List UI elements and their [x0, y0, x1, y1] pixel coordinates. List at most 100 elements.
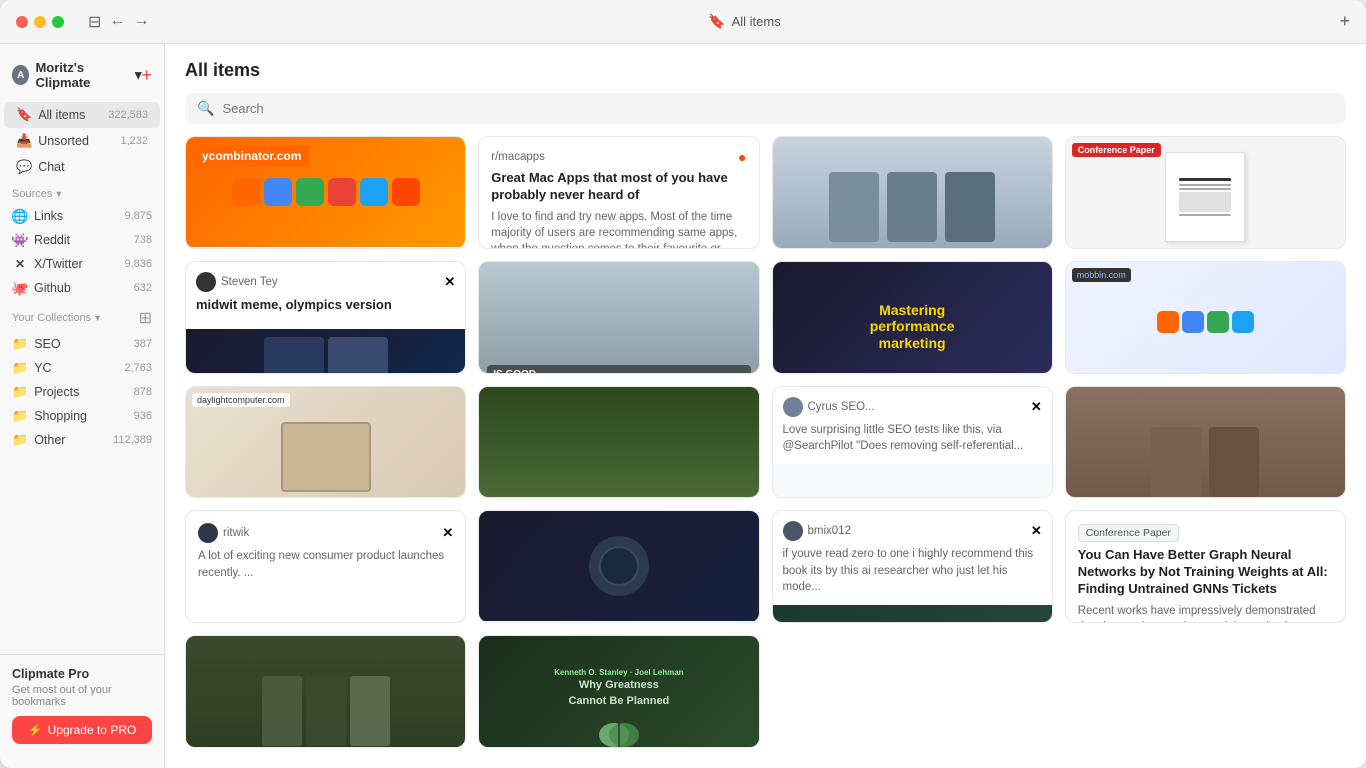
close-button[interactable]: [16, 16, 28, 28]
card-source: bmix012 ✕: [783, 521, 1042, 541]
card-text: if youve read zero to one i highly recom…: [783, 546, 1042, 594]
card-image: ycombinator.com: [186, 137, 465, 247]
projects-count: 878: [134, 386, 152, 398]
card-rowan[interactable]: IS GOOD Rowan Cheung ✕ Exclusive: Meta j…: [478, 261, 759, 374]
overlay-text: IS GOOD: [487, 365, 750, 374]
sidebar-item-github[interactable]: 🐙 Github 632: [0, 276, 164, 300]
sidebar-item-other[interactable]: 📁 Other 112,389: [0, 428, 164, 452]
other-label: Other: [34, 433, 65, 447]
author-avatar-small: [783, 397, 803, 417]
card-image: mobbin.com: [1066, 262, 1345, 374]
titlebar-add-button[interactable]: +: [1339, 11, 1350, 32]
sidebar-item-seo[interactable]: 📁 SEO 387: [0, 332, 164, 356]
sidebar-footer: Clipmate Pro Get most out of your bookma…: [0, 654, 164, 756]
sidebar-header: A Moritz's Clipmate ▾ +: [0, 56, 164, 102]
sidebar-item-unsorted[interactable]: 📥 Unsorted 1,232: [4, 128, 160, 154]
card-source: Cyrus SEO... ✕: [783, 397, 1042, 417]
card-cyrus[interactable]: Cyrus SEO... ✕ Love surprising little SE…: [772, 386, 1053, 499]
projects-label: Projects: [34, 385, 79, 399]
twitter-x-icon: ✕: [1031, 399, 1042, 415]
sidebar-item-links[interactable]: 🌐 Links 9,875: [0, 204, 164, 228]
card-mobbin[interactable]: mobbin.com mobbin.com Never run out of d: [1065, 261, 1346, 374]
card-olympics[interactable]: r/olympics ● U.S. Men's Gymnastics Team …: [478, 510, 759, 623]
minimize-button[interactable]: [34, 16, 46, 28]
card-ar-paper[interactable]: Conference Paper: [1065, 136, 1346, 249]
back-icon[interactable]: ←: [109, 12, 125, 32]
sidebar-item-shopping[interactable]: 📁 Shopping 936: [0, 404, 164, 428]
bookmark-icon: 🔖: [708, 13, 725, 30]
card-text: I love to find and try new apps. Most of…: [491, 209, 746, 249]
avatar: A: [12, 65, 29, 85]
titlebar-title: All items: [732, 14, 781, 29]
sidebar-item-yc[interactable]: 📁 YC 2,763: [0, 356, 164, 380]
maximize-button[interactable]: [52, 16, 64, 28]
search-box[interactable]: 🔍: [185, 93, 1346, 124]
lightning-icon: ⚡: [28, 723, 43, 737]
app-icons: [224, 170, 428, 214]
sources-chevron-icon: ▾: [56, 189, 61, 200]
card-micah[interactable]: Micah Springut... ✕ Throwback to the Lin…: [185, 635, 466, 748]
card-image: [479, 511, 758, 621]
conference-badge: Conference Paper: [1078, 524, 1179, 542]
shopping-label: Shopping: [34, 409, 87, 423]
sidebar-item-chat[interactable]: 💬 Chat: [4, 154, 160, 180]
sidebar-item-reddit[interactable]: 👾 Reddit 738: [0, 228, 164, 252]
twitter-icon: ✕: [12, 256, 28, 272]
upgrade-button[interactable]: ⚡ Upgrade to PRO: [12, 716, 152, 744]
page-title: All items: [185, 60, 1346, 81]
politicians-images: [829, 172, 995, 242]
image-collage: [256, 329, 396, 374]
card-bmix[interactable]: bmix012 ✕ if youve read zero to one i hi…: [772, 510, 1053, 623]
pro-description: Get most out of your bookmarks: [12, 684, 152, 708]
app-grid: [1157, 311, 1254, 333]
traffic-lights: [16, 16, 64, 28]
source-name: ritwik: [223, 527, 249, 539]
card-springer[interactable]: Kenneth O. Stanley · Joel LehmanWhy Grea…: [478, 635, 759, 748]
search-icon: 🔍: [197, 100, 214, 117]
card-body: Conference Paper You Can Have Better Gra…: [1066, 511, 1345, 623]
all-items-count: 322,583: [108, 109, 148, 121]
sidebar-add-button[interactable]: +: [141, 65, 152, 86]
collections-chevron-icon: ▾: [95, 313, 100, 324]
card-steven-tey[interactable]: Steven Tey ✕ midwit meme, olympics versi…: [185, 261, 466, 374]
sidebar-item-projects[interactable]: 📁 Projects 878: [0, 380, 164, 404]
card-ycombinator[interactable]: ycombinator.com ycombinator.com: [185, 136, 466, 249]
search-input[interactable]: [222, 101, 1334, 116]
card-image: [186, 636, 465, 748]
sidebar: A Moritz's Clipmate ▾ + 🔖 All items 322,…: [0, 44, 165, 768]
card-levelsio[interactable]: @levelsio ✕ Finally met my hero @patrick…: [1065, 386, 1346, 499]
all-items-label: All items: [38, 108, 85, 122]
card-gnn[interactable]: Conference Paper You Can Have Better Gra…: [1065, 510, 1346, 623]
reddit-count: 738: [134, 234, 152, 246]
author-avatar-small: [196, 272, 216, 292]
twitter-x-icon: ✕: [1031, 523, 1042, 539]
card-macapps[interactable]: r/macapps ● Great Mac Apps that most of …: [478, 136, 759, 249]
other-count: 112,389: [113, 434, 152, 446]
olympics-photo: [262, 676, 390, 746]
sidebar-toggle-icon[interactable]: ⊟: [88, 12, 101, 32]
links-count: 9,875: [124, 210, 152, 222]
card-body: r/macapps ● Great Mac Apps that most of …: [479, 137, 758, 249]
forward-icon[interactable]: →: [133, 12, 149, 32]
card-image: [479, 387, 758, 499]
site-badge: mobbin.com: [1072, 268, 1131, 282]
card-body: Steven Tey ✕ midwit meme, olympics versi…: [186, 262, 465, 329]
card-cozyplaces[interactable]: r/CozyPlaces... ● Coffee just tastes bet…: [478, 386, 759, 499]
paper-badge: Conference Paper: [1072, 143, 1161, 157]
card-daylight[interactable]: daylightcomputer.com daylightcomputer.co…: [185, 386, 466, 499]
sidebar-item-all-items[interactable]: 🔖 All items 322,583: [4, 102, 160, 128]
card-text: A lot of exciting new consumer product l…: [198, 548, 453, 580]
titlebar: ⊟ ← → 🔖 All items +: [0, 0, 1366, 44]
sidebar-item-twitter[interactable]: ✕ X/Twitter 9,836: [0, 252, 164, 276]
collections-add-icon[interactable]: ⊞: [139, 308, 152, 328]
card-body: bmix012 ✕ if youve read zero to one i hi…: [773, 511, 1052, 604]
hn-badge: ycombinator.com: [194, 145, 309, 167]
card-lenny[interactable]: Masteringperformancemarketing Lenny Rach…: [772, 261, 1053, 374]
workspace-selector[interactable]: A Moritz's Clipmate ▾: [12, 60, 141, 90]
card-presidential[interactable]: r/interestingasfuck ● This is the first …: [772, 136, 1053, 249]
twitter-label: X/Twitter: [34, 257, 83, 271]
source-name: r/macapps: [491, 151, 545, 163]
card-image: Masteringperformancemarketing: [773, 262, 1052, 374]
twitter-x-icon: ✕: [444, 274, 455, 290]
card-ritwik[interactable]: ritwik ✕ A lot of exciting new consumer …: [185, 510, 466, 623]
